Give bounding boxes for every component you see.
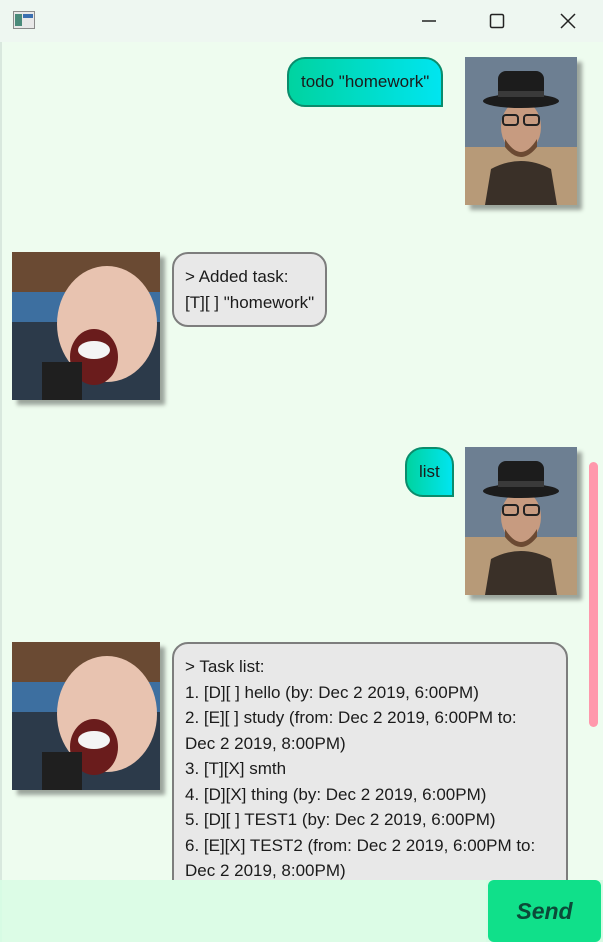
user-avatar bbox=[465, 447, 577, 595]
message-text: todo "homework" bbox=[301, 72, 430, 91]
input-bar: Send bbox=[0, 880, 603, 942]
bot-avatar bbox=[12, 252, 160, 400]
maximize-button[interactable] bbox=[474, 0, 520, 42]
scrollbar-thumb[interactable] bbox=[589, 462, 598, 727]
message-text: list bbox=[419, 462, 440, 481]
message-text: Dec 2 2019, 8:00PM) bbox=[185, 733, 346, 753]
bot-message-bubble: > Task list: 1. [D][ ] hello (by: Dec 2 … bbox=[172, 642, 568, 880]
message-text: 5. [D][ ] TEST1 (by: Dec 2 2019, 6:00PM) bbox=[185, 810, 496, 829]
user-message-bubble: todo "homework" bbox=[287, 57, 444, 107]
message-text: 4. [D][X] thing (by: Dec 2 2019, 6:00PM) bbox=[185, 784, 487, 804]
message-text: [T][ ] "homework" bbox=[185, 292, 315, 312]
minimize-icon bbox=[422, 20, 436, 22]
bot-message-bubble: > Added task: [T][ ] "homework" bbox=[172, 252, 328, 327]
message-text: > Added task: bbox=[185, 267, 289, 286]
maximize-icon bbox=[489, 13, 505, 29]
message-text: > Task list: bbox=[185, 657, 265, 676]
app-window-icon bbox=[13, 11, 35, 29]
user-message-bubble: list bbox=[405, 447, 454, 497]
title-bar bbox=[0, 0, 603, 42]
send-button[interactable]: Send bbox=[488, 880, 601, 942]
message-text: 6. [E][X] TEST2 (from: Dec 2 2019, 6:00P… bbox=[185, 835, 536, 855]
message-text: 1. [D][ ] hello (by: Dec 2 2019, 6:00PM) bbox=[185, 682, 479, 702]
message-text: 3. [T][X] smth bbox=[185, 759, 287, 778]
user-avatar bbox=[465, 57, 577, 205]
message-text: 2. [E][ ] study (from: Dec 2 2019, 6:00P… bbox=[185, 708, 517, 727]
close-button[interactable] bbox=[545, 0, 591, 42]
message-input[interactable] bbox=[2, 880, 486, 942]
chat-scroll-pane[interactable]: todo "homework" > Added task: [T][] "ho… bbox=[2, 42, 603, 880]
close-icon bbox=[560, 13, 576, 29]
bot-avatar bbox=[12, 642, 160, 790]
message-text: Dec 2 2019, 8:00PM) bbox=[185, 861, 346, 880]
minimize-button[interactable] bbox=[406, 0, 452, 42]
